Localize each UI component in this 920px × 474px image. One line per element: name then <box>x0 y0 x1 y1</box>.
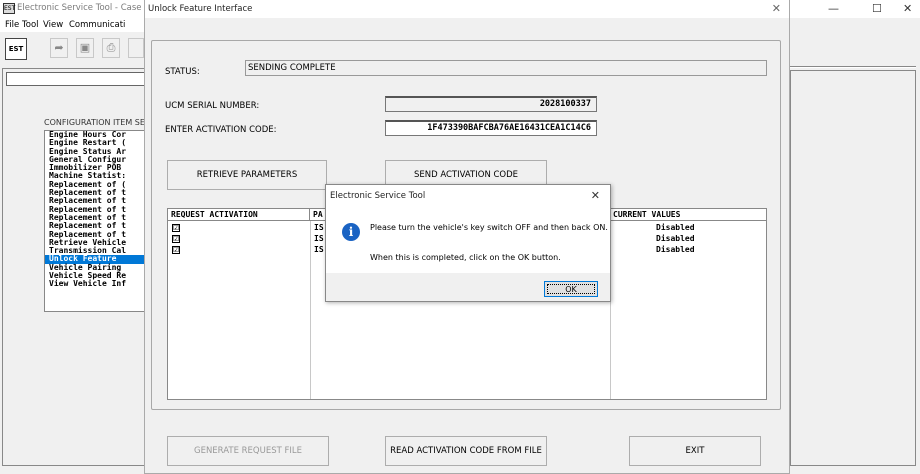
dialog-close-icon[interactable]: ✕ <box>772 2 781 15</box>
ok-button-label: OK <box>547 284 595 294</box>
configuration-item-label: CONFIGURATION ITEM SE <box>44 118 145 127</box>
right-panel <box>790 70 916 466</box>
request-activation-checkbox[interactable]: ☑ <box>172 246 180 254</box>
activation-code-input[interactable]: 1F473390BAFCBA76AE16431CEA1C14C6 <box>385 120 597 136</box>
close-icon[interactable]: ✕ <box>903 2 912 15</box>
message-box: Electronic Service Tool ✕ i Please turn … <box>325 184 611 302</box>
toolbar-button-partial[interactable] <box>128 38 144 58</box>
print-icon[interactable]: ⎙ <box>102 38 120 58</box>
message-box-close-icon[interactable]: ✕ <box>591 189 600 202</box>
status-label: STATUS: <box>165 67 200 77</box>
toolbar: EST ➦ ▣ ⎙ <box>0 36 150 66</box>
read-activation-code-button[interactable]: READ ACTIVATION CODE FROM FILE <box>385 436 547 466</box>
status-field: SENDING COMPLETE <box>245 60 767 76</box>
menubar: File Tool View Communicati <box>0 18 150 32</box>
menu-tool[interactable]: Tool <box>22 20 39 30</box>
maximize-icon[interactable]: ☐ <box>872 2 882 15</box>
message-line-1: Please turn the vehicle's key switch OFF… <box>370 223 608 232</box>
menu-communication[interactable]: Communicati <box>69 20 125 30</box>
config-list-item[interactable]: View Vehicle Inf <box>45 280 149 289</box>
exit-button[interactable]: EXIT <box>629 436 761 466</box>
retrieve-parameters-button[interactable]: RETRIEVE PARAMETERS <box>167 160 327 190</box>
parameter-cell: IS <box>314 245 324 254</box>
app-icon: EST <box>3 3 16 14</box>
info-icon: i <box>342 223 360 241</box>
column-divider <box>310 221 311 399</box>
serial-number-field: 2028100337 <box>385 96 597 112</box>
current-value-cell: Disabled <box>656 234 695 243</box>
left-panel-field[interactable] <box>6 72 150 86</box>
activation-code-label: ENTER ACTIVATION CODE: <box>165 125 277 135</box>
open-icon[interactable]: ➦ <box>50 38 68 58</box>
message-box-title: Electronic Service Tool <box>330 191 426 201</box>
est-icon[interactable]: EST <box>5 38 27 60</box>
header-current-values: CURRENT VALUES <box>610 209 766 221</box>
main-window-title: Electronic Service Tool - Case IH - 0250… <box>17 3 149 13</box>
current-value-cell: Disabled <box>656 223 695 232</box>
parameter-cell: IS <box>314 223 324 232</box>
configuration-item-list[interactable]: Engine Hours Cor Engine Restart (Engine S… <box>44 130 150 312</box>
minimize-icon[interactable]: — <box>828 2 839 15</box>
menu-view[interactable]: View <box>43 20 63 30</box>
dialog-titlebar: Unlock Feature Interface ✕ <box>145 0 789 18</box>
serial-number-label: UCM SERIAL NUMBER: <box>165 101 260 111</box>
request-activation-checkbox[interactable]: ☑ <box>172 224 180 232</box>
menu-file[interactable]: File <box>5 20 19 30</box>
header-request-activation: REQUEST ACTIVATION <box>168 209 310 221</box>
ok-button[interactable]: OK <box>544 281 598 297</box>
generate-request-file-button: GENERATE REQUEST FILE <box>167 436 329 466</box>
right-divider <box>790 66 916 68</box>
request-activation-checkbox[interactable]: ☑ <box>172 235 180 243</box>
parameter-cell: IS <box>314 234 324 243</box>
save-icon[interactable]: ▣ <box>76 38 94 58</box>
current-value-cell: Disabled <box>656 245 695 254</box>
dialog-title: Unlock Feature Interface <box>148 4 253 14</box>
message-line-2: When this is completed, click on the OK … <box>370 253 561 262</box>
